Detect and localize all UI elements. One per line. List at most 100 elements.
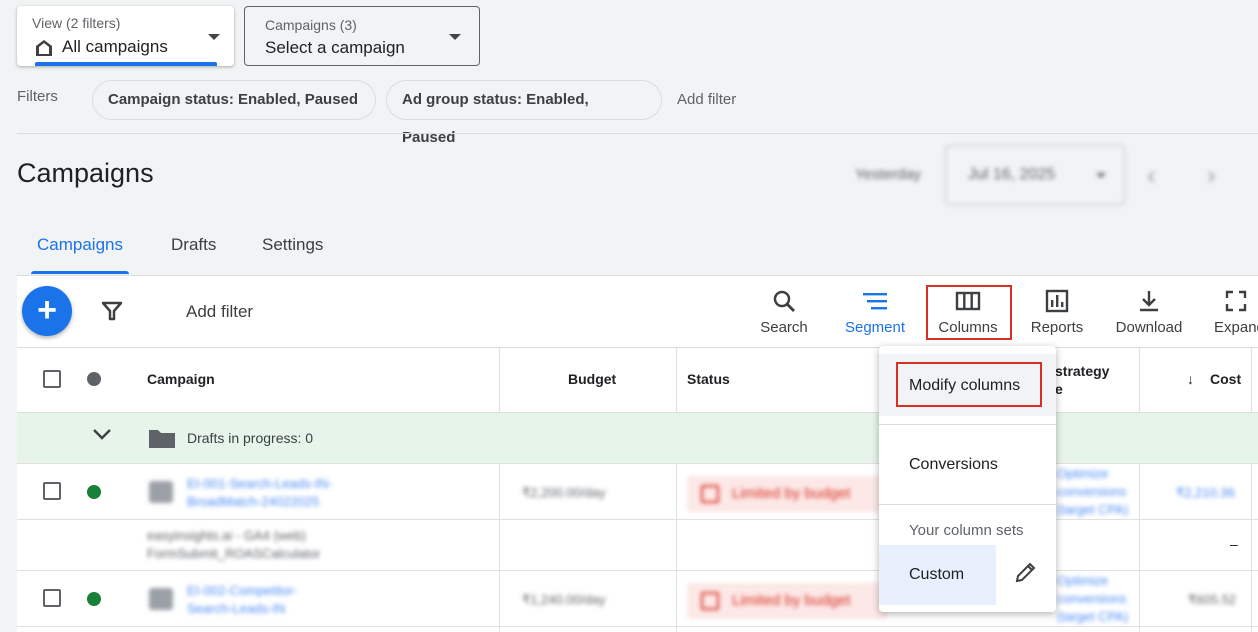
bid-strategy-value[interactable]: Optimize conversions (target CPA)	[1057, 572, 1128, 626]
download-button[interactable]: Download	[1111, 287, 1187, 336]
tab-active-indicator	[31, 271, 129, 274]
view-selector-value: All campaigns	[62, 37, 168, 56]
filter-chip-ad-group-status[interactable]: Ad group status: Enabled, Paused	[386, 80, 662, 146]
date-preset: Yesterday	[855, 166, 922, 183]
columns-highlight-box	[926, 285, 1012, 340]
download-icon	[1111, 287, 1187, 315]
page-title: Campaigns	[17, 158, 154, 188]
row-checkbox[interactable]	[43, 482, 61, 500]
campaign-name-line: EI-002-Competitor-	[187, 583, 298, 598]
filter-chip-campaign-status[interactable]: Campaign status: Enabled, Paused	[92, 80, 376, 120]
tab-settings[interactable]: Settings	[262, 235, 323, 255]
status-pill[interactable]: Limited by budget	[687, 476, 887, 512]
divider	[17, 463, 1258, 464]
home-icon	[34, 38, 54, 63]
chevron-down-icon	[1096, 173, 1106, 178]
reports-icon	[1027, 287, 1087, 315]
enabled-status-dot	[87, 592, 101, 606]
menu-item-custom[interactable]: Custom	[909, 566, 964, 584]
segment-icon	[842, 287, 908, 315]
divider	[17, 570, 1258, 571]
modify-columns-highlight-box	[896, 362, 1042, 407]
cost-value: –	[1230, 536, 1238, 552]
column-header-bid-strategy[interactable]: strategy	[1055, 363, 1109, 379]
conversion-action-line: FormSubmit_ROASCalculator	[147, 546, 321, 561]
status-dot-header[interactable]	[87, 372, 101, 386]
view-selector[interactable]: View (2 filters) All campaigns	[17, 6, 234, 66]
bid-strategy-line: (target CPA)	[1057, 609, 1129, 624]
date-range-picker[interactable]: Jul 16, 2025	[945, 145, 1125, 205]
edit-pencil-icon[interactable]	[1014, 560, 1038, 589]
cost-value[interactable]: ₹2,210.36	[1176, 484, 1235, 502]
search-campaign-icon	[149, 481, 173, 503]
column-divider	[676, 348, 677, 632]
add-filter-link[interactable]: Add filter	[677, 91, 736, 108]
tab-drafts[interactable]: Drafts	[171, 235, 216, 255]
sort-descending-icon[interactable]: ↓	[1187, 371, 1194, 387]
campaign-name-line: BroadMatch-24022025	[187, 494, 320, 509]
budget-warning-icon	[701, 485, 719, 503]
campaign-selector-label: Campaigns (3)	[265, 17, 357, 33]
campaign-selector[interactable]: Campaigns (3) Select a campaign	[244, 6, 480, 66]
divider	[17, 626, 1258, 627]
bid-strategy-line: Optimize	[1057, 573, 1109, 588]
select-all-checkbox[interactable]	[43, 370, 61, 388]
row-checkbox[interactable]	[43, 589, 61, 607]
bid-strategy-line: conversions	[1057, 484, 1127, 499]
campaign-selector-value: Select a campaign	[265, 38, 405, 57]
campaign-name-line: EI-001-Search-Leads-IN-	[187, 476, 333, 491]
conversion-action-line: easyinsights.ai - GA4 (web)	[147, 528, 306, 543]
search-button[interactable]: Search	[756, 287, 812, 336]
enabled-status-dot	[87, 485, 101, 499]
reports-button[interactable]: Reports	[1027, 287, 1087, 336]
expand-button-label: Expand	[1214, 319, 1258, 336]
chevron-down-icon[interactable]	[92, 428, 112, 447]
divider	[17, 133, 1258, 134]
expand-button[interactable]: Expand	[1210, 287, 1258, 336]
drafts-in-progress-label: Drafts in progress: 0	[187, 430, 314, 446]
status-pill[interactable]: Limited by budget	[687, 583, 887, 619]
conversion-action-text: easyinsights.ai - GA4 (web) FormSubmit_R…	[147, 527, 320, 563]
active-indicator	[35, 62, 217, 66]
folder-icon	[148, 427, 176, 454]
search-campaign-icon	[149, 588, 173, 610]
column-header-bid-strategy-line2: e	[1055, 381, 1063, 397]
chevron-left-icon[interactable]: ‹	[1147, 160, 1156, 191]
chevron-down-icon	[208, 34, 220, 40]
campaign-name-link[interactable]: EI-002-Competitor- Search-Leads-IN	[187, 582, 298, 618]
tab-campaigns[interactable]: Campaigns	[37, 235, 123, 255]
cost-value[interactable]: ₹605.52	[1188, 591, 1236, 609]
column-header-budget[interactable]: Budget	[568, 371, 616, 387]
budget-warning-icon	[701, 592, 719, 610]
filters-label: Filters	[17, 88, 58, 105]
divider	[17, 347, 1258, 348]
campaign-name-link[interactable]: EI-001-Search-Leads-IN- BroadMatch-24022…	[187, 475, 332, 511]
column-divider	[499, 348, 500, 632]
status-text: Limited by budget	[732, 485, 851, 502]
download-button-label: Download	[1115, 319, 1183, 336]
filter-icon[interactable]	[101, 300, 123, 327]
status-text: Limited by budget	[732, 592, 851, 609]
column-header-cost[interactable]: Cost	[1210, 371, 1241, 387]
search-button-label: Search	[760, 319, 808, 336]
bid-strategy-line: conversions	[1057, 591, 1127, 606]
segment-button[interactable]: Segment	[842, 287, 908, 336]
budget-value[interactable]: ₹2,200.00/day	[522, 484, 605, 502]
chevron-down-icon	[449, 34, 461, 40]
bid-strategy-value[interactable]: Optimize conversions (target CPA)	[1057, 465, 1128, 519]
add-filter-input[interactable]: Add filter	[186, 302, 253, 322]
segment-button-label: Segment	[844, 319, 906, 336]
column-header-status[interactable]: Status	[687, 371, 730, 387]
menu-item-conversions[interactable]: Conversions	[909, 456, 998, 474]
budget-value[interactable]: ₹1,240.00/day	[522, 591, 605, 609]
menu-divider	[879, 504, 1056, 505]
fullscreen-icon	[1214, 287, 1258, 315]
bid-strategy-line: Optimize	[1057, 466, 1109, 481]
column-divider	[1139, 348, 1140, 632]
column-divider	[1251, 348, 1252, 632]
chevron-right-icon[interactable]: ›	[1207, 160, 1216, 191]
bid-strategy-line: (target CPA)	[1057, 502, 1129, 517]
add-campaign-button[interactable]: +	[22, 286, 72, 336]
column-header-campaign[interactable]: Campaign	[147, 371, 215, 387]
campaign-name-line: Search-Leads-IN	[187, 601, 286, 616]
